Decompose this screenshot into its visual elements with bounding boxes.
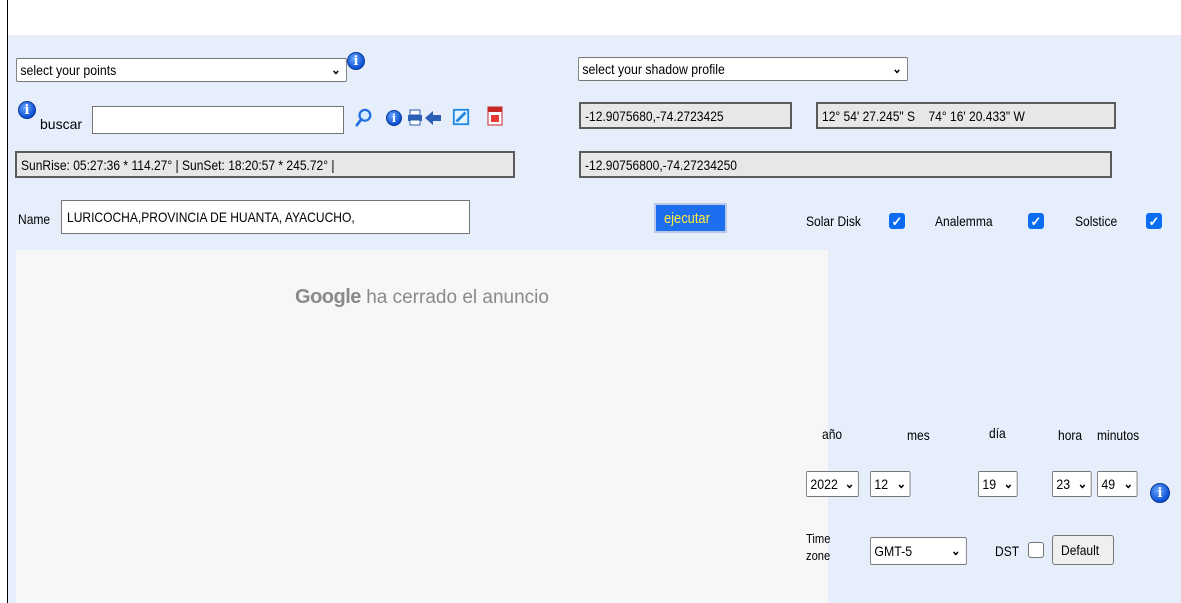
solstice-checkbox[interactable]: ✓ <box>1146 213 1162 229</box>
day-select[interactable]: 19 ⌄ <box>978 471 1018 497</box>
timezone-select[interactable]: GMT-5 ⌄ <box>870 537 967 565</box>
dst-checkbox[interactable] <box>1028 542 1044 558</box>
day-header: día <box>989 425 1008 441</box>
timezone-label-line2: zone <box>806 548 831 563</box>
chevron-down-icon: ⌄ <box>331 62 341 77</box>
timezone-select-value: GMT-5 <box>874 543 913 559</box>
hour-header-text: hora <box>1058 427 1083 443</box>
month-header: mes <box>907 427 933 443</box>
minute-header-text: minutos <box>1097 427 1140 443</box>
ad-closed-message: Google ha cerrado el anuncio <box>16 286 828 309</box>
month-select[interactable]: 12 ⌄ <box>870 471 911 497</box>
chevron-down-icon: ⌄ <box>892 61 902 76</box>
year-header-text: año <box>822 426 843 442</box>
name-label-text: Name <box>18 211 51 227</box>
option-label-solar-disk: Solar Disk <box>806 213 870 229</box>
google-logo: Google <box>295 286 361 308</box>
pdf-icon[interactable] <box>486 106 504 126</box>
name-label: Name <box>18 211 55 227</box>
option-label-analemma: Analemma <box>935 213 1002 229</box>
chevron-down-icon: ⌄ <box>1077 476 1088 491</box>
timezone-label: Time zone <box>806 530 834 564</box>
option-label-solstice-text: Solstice <box>1075 213 1118 229</box>
points-select[interactable]: select your points ⌄ <box>16 58 347 82</box>
year-select-value: 2022 <box>810 476 838 492</box>
sun-info-field: SunRise: 05:27:36 * 114.27° | SunSet: 18… <box>15 151 515 178</box>
info-icon[interactable]: i <box>347 52 365 70</box>
name-input-value: LURICOCHA,PROVINCIA DE HUANTA, AYACUCHO, <box>67 209 355 225</box>
print-icon[interactable] <box>406 108 424 128</box>
points-select-value: select your points <box>20 62 117 78</box>
month-header-text: mes <box>907 427 930 443</box>
dms-longitude-value: 74° 16' 20.433" W <box>928 107 1025 124</box>
minute-select[interactable]: 49 ⌄ <box>1097 471 1138 497</box>
default-button-label: Default <box>1060 542 1099 558</box>
day-select-value: 19 <box>982 476 997 492</box>
decimal-coords-field: -12.9075680,-74.2723425 <box>579 102 792 129</box>
name-input[interactable]: LURICOCHA,PROVINCIA DE HUANTA, AYACUCHO, <box>61 200 470 234</box>
shadow-profile-select[interactable]: select your shadow profile ⌄ <box>578 57 908 81</box>
hour-select[interactable]: 23 ⌄ <box>1052 471 1092 497</box>
edit-map-icon[interactable] <box>452 107 470 127</box>
solar-disk-checkbox[interactable]: ✓ <box>889 213 905 229</box>
default-button[interactable]: Default <box>1052 535 1114 565</box>
option-label-solar-disk-text: Solar Disk <box>806 213 861 229</box>
search-info-icon[interactable]: i <box>18 101 36 119</box>
dms-latitude-value: 12° 54' 27.245" S <box>822 107 916 124</box>
search-input[interactable] <box>92 106 344 134</box>
option-label-solstice: Solstice <box>1075 213 1124 229</box>
dms-coords-field: 12° 54' 27.245" S 74° 16' 20.433" W <box>816 102 1116 129</box>
search-label: buscar <box>40 116 83 132</box>
dst-label: DST <box>995 543 1023 559</box>
minute-header: minutos <box>1097 427 1146 443</box>
chevron-down-icon: ⌄ <box>844 476 855 491</box>
execute-button-label: ejecutar <box>663 209 710 227</box>
timezone-label-line1: Time <box>806 531 831 546</box>
precise-coords-field: -12.90756800,-74.27234250 <box>579 151 1112 178</box>
shadow-profile-select-value: select your shadow profile <box>582 61 725 77</box>
hour-header: hora <box>1058 427 1086 443</box>
year-header: año <box>822 426 845 442</box>
minute-select-value: 49 <box>1101 476 1116 492</box>
execute-button[interactable]: ejecutar <box>654 203 727 233</box>
option-label-analemma-text: Analemma <box>935 213 993 229</box>
precise-coords-value: -12.90756800,-74.27234250 <box>585 156 737 173</box>
chevron-down-icon: ⌄ <box>896 476 907 491</box>
datetime-info-icon[interactable]: i <box>1150 483 1170 503</box>
magnifier-search-icon[interactable] <box>355 108 373 128</box>
chevron-down-icon: ⌄ <box>1123 476 1134 491</box>
decimal-coords-value: -12.9075680,-74.2723425 <box>585 107 724 124</box>
ad-placeholder: Google ha cerrado el anuncio <box>16 250 828 603</box>
dst-label-text: DST <box>995 543 1020 559</box>
chevron-down-icon: ⌄ <box>1003 476 1014 491</box>
chevron-down-icon: ⌄ <box>951 543 961 558</box>
hour-select-value: 23 <box>1056 476 1071 492</box>
month-select-value: 12 <box>874 476 889 492</box>
top-margin <box>0 0 1181 35</box>
analemma-checkbox[interactable]: ✓ <box>1028 213 1044 229</box>
tools-info-icon[interactable]: i <box>386 110 402 126</box>
ad-closed-text: ha cerrado el anuncio <box>366 287 549 308</box>
day-header-text: día <box>989 425 1006 441</box>
sun-info-value: SunRise: 05:27:36 * 114.27° | SunSet: 18… <box>21 156 335 173</box>
arrow-left-icon[interactable] <box>424 108 442 128</box>
dms-coords-text: 12° 54' 27.245" S 74° 16' 20.433" W <box>822 108 1025 124</box>
year-select[interactable]: 2022 ⌄ <box>806 471 859 497</box>
